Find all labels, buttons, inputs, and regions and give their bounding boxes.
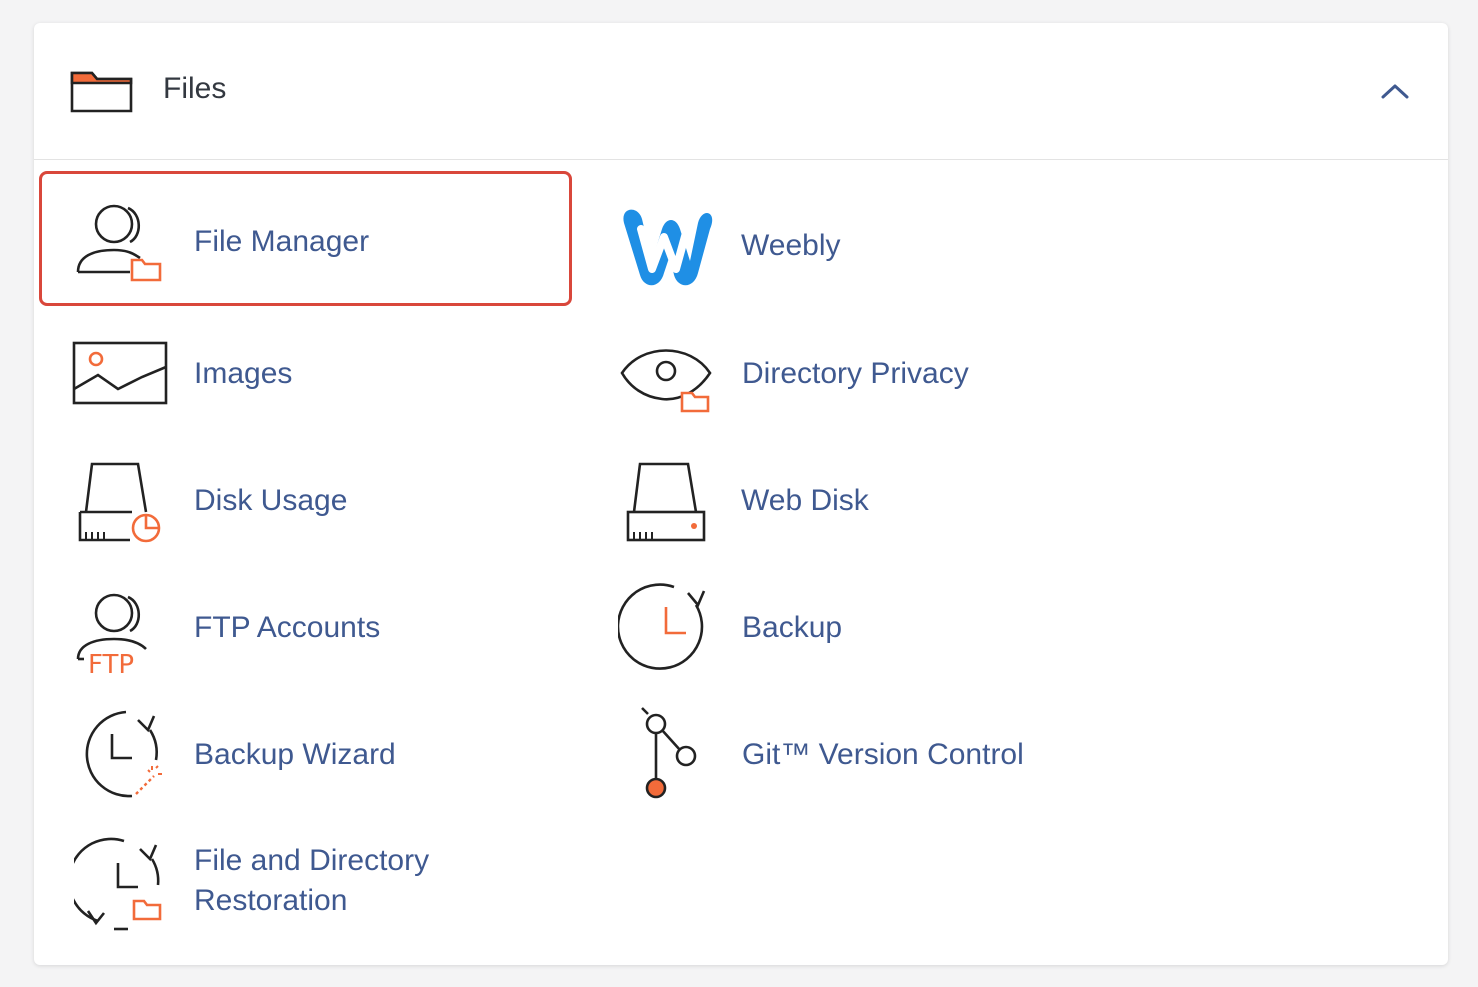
backup-link[interactable]: Backup (604, 575, 1164, 685)
images-label: Images (194, 357, 293, 390)
file-directory-restoration-link[interactable]: File and Directory Restoration (54, 829, 574, 949)
backup-wizard-label: Backup Wizard (194, 738, 396, 771)
ftp-accounts-label: FTP Accounts (194, 611, 381, 644)
files-panel-header[interactable]: Files (34, 23, 1448, 160)
weebly-logo-icon (623, 209, 713, 286)
disk-usage-label: Disk Usage (194, 484, 348, 517)
git-branch-icon (641, 707, 697, 799)
files-panel: Files File Manager Weebly Images Directo… (34, 23, 1448, 965)
images-link[interactable]: Images (54, 321, 574, 431)
directory-privacy-link[interactable]: Directory Privacy (604, 321, 1164, 431)
folder-icon (70, 71, 133, 113)
backup-wizard-icon (85, 710, 162, 798)
weebly-label: Weebly (741, 229, 841, 262)
disk-usage-icon (78, 462, 161, 543)
git-version-control-link[interactable]: Git™ Version Control (604, 702, 1204, 812)
restoration-label-line1: File and Directory (194, 844, 430, 877)
ftp-icon-text: FTP (88, 650, 134, 679)
chevron-up-icon[interactable] (1380, 81, 1410, 101)
directory-privacy-label: Directory Privacy (742, 357, 969, 390)
ftp-accounts-link[interactable]: FTP FTP Accounts (54, 575, 574, 685)
restore-icon (74, 837, 162, 931)
restoration-label-line2: Restoration (194, 884, 348, 917)
ftp-user-icon: FTP (76, 593, 147, 679)
backup-label: Backup (742, 611, 843, 644)
weebly-link[interactable]: Weebly (604, 193, 1164, 303)
backup-wizard-link[interactable]: Backup Wizard (54, 702, 574, 812)
web-disk-link[interactable]: Web Disk (604, 448, 1164, 558)
web-disk-icon (626, 462, 706, 542)
web-disk-label: Web Disk (741, 484, 869, 517)
section-title: Files (163, 72, 227, 105)
git-version-control-label: Git™ Version Control (742, 738, 1024, 771)
file-manager-label: File Manager (194, 225, 370, 258)
backup-clock-icon (618, 583, 706, 670)
eye-folder-icon (620, 349, 712, 413)
file-manager-icon (76, 204, 162, 282)
image-icon (72, 341, 168, 405)
file-manager-link[interactable]: File Manager (39, 171, 572, 306)
disk-usage-link[interactable]: Disk Usage (54, 448, 574, 558)
